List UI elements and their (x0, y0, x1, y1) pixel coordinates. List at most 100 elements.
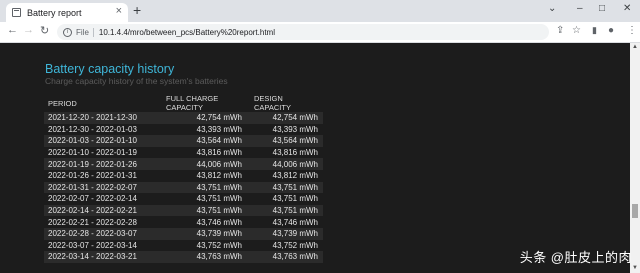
period-cell: 2022-01-10 - 2022-01-19 (44, 146, 156, 159)
site-info-icon[interactable]: i (63, 27, 72, 37)
design-capacity-cell: 43,564 mWh (254, 135, 323, 147)
full-charge-cell: 43,812 mWh (156, 169, 246, 182)
scroll-up-icon[interactable]: ▲ (632, 44, 638, 50)
watermark: 头条 @肚皮上的肉 (519, 250, 632, 265)
column-header-full-charge: FULL CHARGE CAPACITY (166, 94, 219, 112)
column-gap (246, 94, 254, 112)
design-capacity-cell: 43,393 mWh (254, 123, 323, 136)
table-row: 2022-01-03 - 2022-01-10 43,564 mWh 43,564 … (44, 135, 323, 147)
column-gap (246, 216, 254, 228)
table-row: 2022-02-21 - 2022-02-28 43,746 mWh 43,746 … (44, 216, 323, 228)
full-charge-cell: 43,564 mWh (156, 135, 246, 147)
full-charge-cell: 43,752 mWh (156, 239, 246, 252)
period-cell: 2022-01-31 - 2022-02-07 (44, 181, 156, 194)
table-row: 2022-03-14 - 2022-03-21 43,763 mWh 43,763 … (44, 251, 323, 263)
column-header-period: PERIOD (48, 98, 77, 108)
period-cell: 2021-12-20 - 2021-12-30 (44, 112, 156, 124)
profile-icon[interactable]: ● (608, 25, 614, 36)
design-capacity-cell: 43,751 mWh (254, 204, 323, 217)
tab-title: Battery report (27, 7, 82, 18)
design-capacity-cell: 44,006 mWh (254, 158, 323, 170)
address-bar[interactable]: i File 10.1.4.4/mro/between_pcs/Battery%… (57, 24, 549, 40)
period-cell: 2022-01-19 - 2022-01-26 (44, 158, 156, 170)
period-cell: 2022-02-07 - 2022-02-14 (44, 193, 156, 205)
column-gap (246, 204, 254, 217)
design-capacity-cell: 43,746 mWh (254, 216, 323, 228)
page-icon (12, 8, 21, 17)
close-tab-icon[interactable]: × (116, 5, 122, 17)
page-subtitle: Charge capacity history of the system's … (45, 76, 228, 86)
table-header-row: PERIOD FULL CHARGE CAPACITY DESIGN CAPAC… (44, 94, 323, 112)
menu-icon[interactable]: ⋮ (627, 25, 637, 36)
column-gap (246, 239, 254, 252)
period-cell: 2022-02-28 - 2022-03-07 (44, 227, 156, 240)
tab-strip: Battery report × + ⌄ – □ ✕ (0, 0, 640, 22)
full-charge-cell: 43,751 mWh (156, 193, 246, 205)
full-charge-cell: 43,816 mWh (156, 146, 246, 159)
table-row: 2021-12-30 - 2022-01-03 43,393 mWh 43,393 … (44, 123, 323, 136)
period-cell: 2022-03-07 - 2022-03-14 (44, 239, 156, 252)
page-content: Battery capacity history Charge capacity… (0, 43, 630, 273)
column-gap (246, 169, 254, 182)
side-panel-icon[interactable]: ▮ (592, 25, 597, 36)
column-header-design: DESIGN CAPACITY (254, 94, 291, 112)
table-row: 2022-01-31 - 2022-02-07 43,751 mWh 43,751 … (44, 181, 323, 194)
period-cell: 2022-02-21 - 2022-02-28 (44, 216, 156, 228)
vertical-scrollbar[interactable]: ▲ ▼ (630, 43, 640, 273)
scroll-down-icon[interactable]: ▼ (632, 265, 638, 271)
tab-battery-report[interactable]: Battery report × (6, 3, 128, 22)
divider (92, 27, 94, 37)
period-cell: 2022-01-03 - 2022-01-10 (44, 135, 156, 147)
browser-toolbar: ← → ↻ i File 10.1.4.4/mro/between_pcs/Ba… (0, 22, 640, 43)
forward-icon[interactable]: → (23, 24, 34, 36)
minimize-icon[interactable]: – (577, 3, 583, 14)
table-row: 2022-02-14 - 2022-02-21 43,751 mWh 43,751 … (44, 204, 323, 217)
table-row: 2022-03-07 - 2022-03-14 43,752 mWh 43,752 … (44, 239, 323, 252)
design-capacity-cell: 43,812 mWh (254, 169, 323, 182)
full-charge-cell: 43,763 mWh (156, 251, 246, 263)
column-gap (246, 251, 254, 263)
design-capacity-cell: 43,739 mWh (254, 227, 323, 240)
url-text[interactable]: 10.1.4.4/mro/between_pcs/Battery%20repor… (99, 28, 275, 37)
column-gap (246, 158, 254, 170)
page-title: Battery capacity history (45, 62, 175, 76)
full-charge-cell: 43,393 mWh (156, 123, 246, 136)
share-icon[interactable]: ⇪ (556, 25, 564, 36)
table-row: 2021-12-20 - 2021-12-30 42,754 mWh 42,754 … (44, 112, 323, 124)
close-window-icon[interactable]: ✕ (623, 3, 631, 14)
full-charge-cell: 42,754 mWh (156, 112, 246, 124)
period-cell: 2022-03-14 - 2022-03-21 (44, 251, 156, 263)
reload-icon[interactable]: ↻ (40, 24, 49, 37)
table-row: 2022-02-28 - 2022-03-07 43,739 mWh 43,739 … (44, 227, 323, 240)
column-gap (246, 135, 254, 147)
column-gap (246, 227, 254, 240)
bookmark-star-icon[interactable]: ☆ (572, 25, 581, 36)
column-gap (246, 193, 254, 205)
full-charge-cell: 43,751 mWh (156, 181, 246, 194)
scrollbar-thumb[interactable] (632, 204, 638, 218)
period-cell: 2022-02-14 - 2022-02-21 (44, 204, 156, 217)
period-cell: 2021-12-30 - 2022-01-03 (44, 123, 156, 136)
column-gap (246, 146, 254, 159)
full-charge-cell: 43,746 mWh (156, 216, 246, 228)
tab-search-icon[interactable]: ⌄ (548, 3, 556, 14)
design-capacity-cell: 43,752 mWh (254, 239, 323, 252)
design-capacity-cell: 43,751 mWh (254, 193, 323, 205)
full-charge-cell: 43,739 mWh (156, 227, 246, 240)
design-capacity-cell: 43,763 mWh (254, 251, 323, 263)
maximize-icon[interactable]: □ (599, 3, 605, 14)
design-capacity-cell: 43,751 mWh (254, 181, 323, 194)
column-gap (246, 181, 254, 194)
design-capacity-cell: 42,754 mWh (254, 112, 323, 124)
full-charge-cell: 43,751 mWh (156, 204, 246, 217)
column-gap (246, 112, 254, 124)
table-row: 2022-02-07 - 2022-02-14 43,751 mWh 43,751 … (44, 193, 323, 205)
column-gap (246, 123, 254, 136)
scheme-label: File (76, 27, 89, 37)
full-charge-cell: 44,006 mWh (156, 158, 246, 170)
new-tab-button[interactable]: + (133, 2, 141, 18)
table-row: 2022-01-26 - 2022-01-31 43,812 mWh 43,812 … (44, 169, 323, 182)
back-icon[interactable]: ← (7, 24, 18, 36)
period-cell: 2022-01-26 - 2022-01-31 (44, 169, 156, 182)
design-capacity-cell: 43,816 mWh (254, 146, 323, 159)
